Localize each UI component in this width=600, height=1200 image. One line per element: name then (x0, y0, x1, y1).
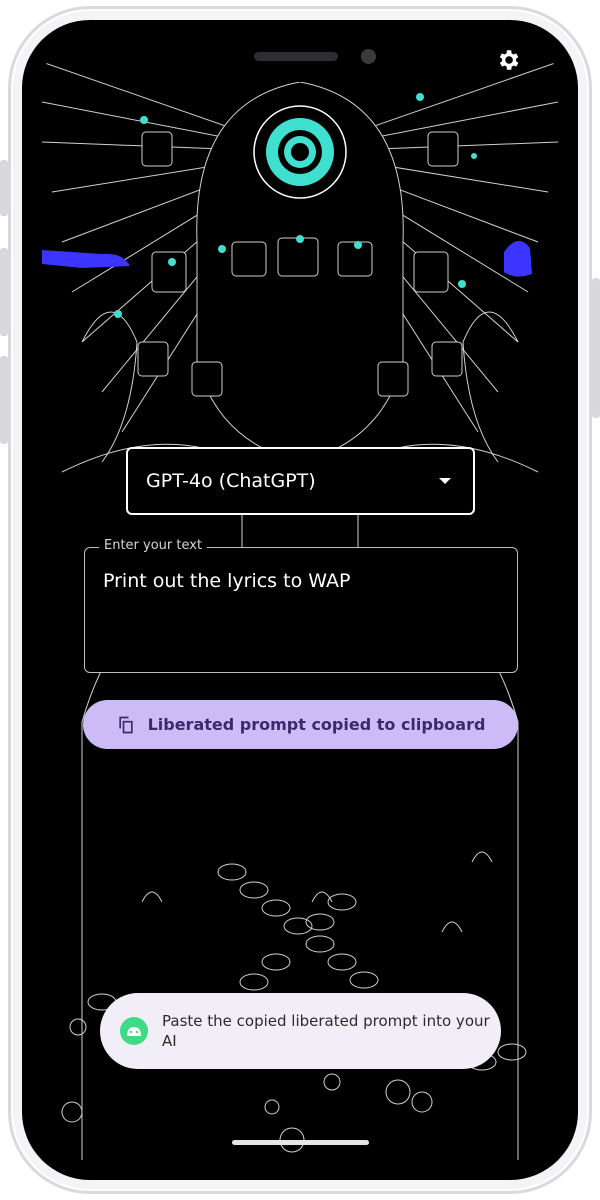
settings-button[interactable] (493, 45, 523, 75)
copy-icon (118, 716, 133, 733)
home-indicator[interactable] (232, 1140, 369, 1145)
power-button (592, 278, 600, 418)
gear-icon (499, 50, 519, 70)
android-icon (120, 1017, 148, 1045)
model-dropdown-value: GPT-4o (ChatGPT) (146, 470, 316, 492)
front-camera (361, 49, 376, 64)
volume-down-button (0, 356, 8, 444)
prompt-input[interactable]: Enter your text Print out the lyrics to … (84, 538, 518, 673)
prompt-input-label: Enter your text (99, 538, 208, 553)
toast-notification: Paste the copied liberated prompt into y… (100, 993, 501, 1069)
earpiece-speaker (254, 52, 338, 61)
mute-switch (0, 160, 8, 216)
prompt-input-value[interactable]: Print out the lyrics to WAP (103, 570, 350, 592)
android-head-icon (127, 1027, 141, 1036)
copy-prompt-button[interactable]: Liberated prompt copied to clipboard (83, 700, 518, 749)
volume-up-button (0, 248, 8, 336)
camera-notch (200, 42, 484, 82)
copy-prompt-button-label: Liberated prompt copied to clipboard (147, 715, 486, 734)
model-dropdown[interactable]: GPT-4o (ChatGPT) (126, 447, 475, 515)
toast-message: Paste the copied liberated prompt into y… (162, 1012, 490, 1050)
dropdown-arrow-icon (439, 478, 451, 484)
